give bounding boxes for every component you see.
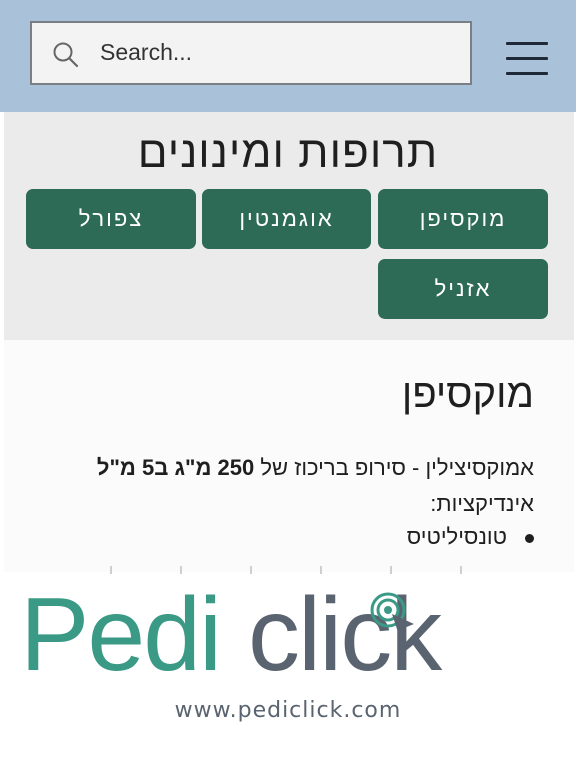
details-title: מוקסיפן xyxy=(401,372,534,416)
dosage-description: אמוקסיצילין - סירופ בריכוז של 250 מ"ג ב5… xyxy=(64,450,534,522)
indication-item: טונסיליטיס xyxy=(407,524,534,550)
brand-footer: Pedi click www.pediclick.com xyxy=(0,574,576,768)
indication-text: טונסיליטיס xyxy=(406,524,507,549)
logo-text-click: click xyxy=(248,588,443,688)
med-button-azenil[interactable]: אזניל xyxy=(378,259,548,319)
med-button-zeforal[interactable]: צפורל xyxy=(26,189,196,249)
website-url[interactable]: www.pediclick.com xyxy=(0,698,576,723)
medication-details: מוקסיפן אמוקסיצילין - סירופ בריכוז של 25… xyxy=(4,340,574,572)
search-icon xyxy=(53,42,79,68)
clipped-text-line xyxy=(80,566,480,574)
bullet-icon xyxy=(525,533,534,543)
logo-text-pedi: Pedi xyxy=(20,588,220,688)
search-input[interactable]: Search... xyxy=(30,21,472,85)
indications-label: אינדיקציות: xyxy=(430,491,534,516)
dosage-prefix: אמוקסיצילין - סירופ בריכוז של xyxy=(260,455,534,480)
pediclick-logo: Pedi click xyxy=(20,588,445,688)
search-placeholder: Search... xyxy=(100,39,193,65)
section-title: תרופות ומינונים xyxy=(137,128,439,177)
hamburger-menu-icon[interactable] xyxy=(506,42,548,76)
top-header: Search... xyxy=(0,0,576,112)
dosage-concentration: 250 מ"ג ב5 מ"ל xyxy=(96,455,255,480)
med-button-moxipen[interactable]: מוקסיפן xyxy=(378,189,548,249)
med-button-augmentin[interactable]: אוגמנטין xyxy=(202,189,371,249)
